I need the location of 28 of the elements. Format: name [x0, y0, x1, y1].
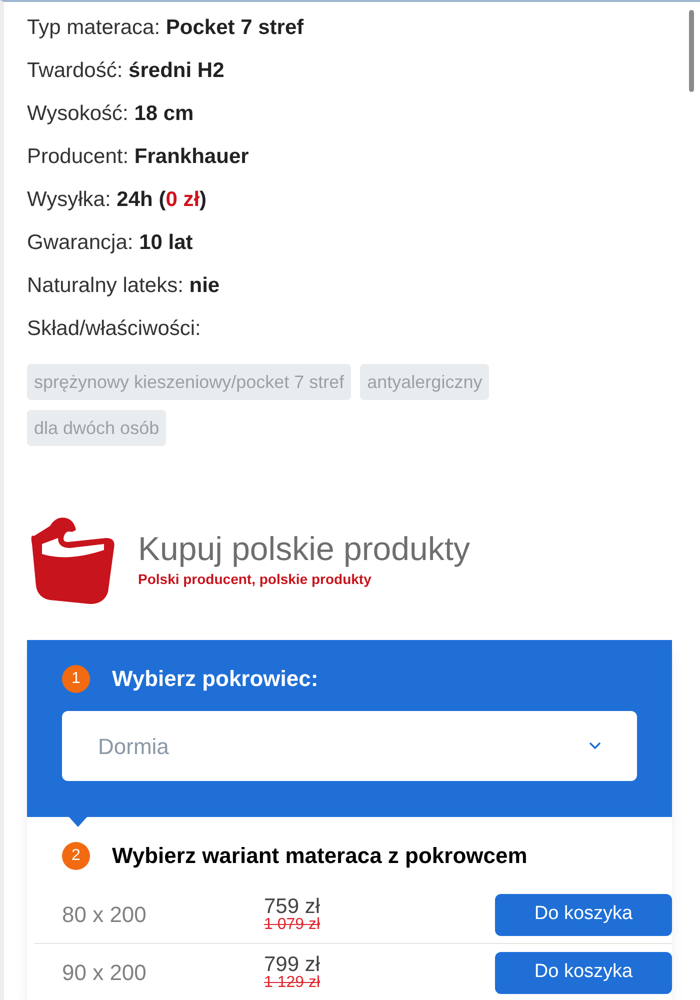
spec-line: Twardość: średni H2	[27, 58, 224, 84]
cover-select[interactable]: Dormia	[62, 711, 637, 781]
spec-line: Wysyłka: 24h (0 zł)	[27, 187, 207, 213]
banner-title: Kupuj polskie produkty	[138, 528, 470, 569]
add-to-cart-button[interactable]: Do koszyka	[495, 894, 672, 936]
step-title: Wybierz pokrowiec:	[112, 665, 318, 693]
banner-subtitle: Polski producent, polskie produkty	[138, 570, 372, 590]
spec-line: Naturalny lateks: nie	[27, 273, 220, 299]
spec-line: Gwarancja: 10 lat	[27, 230, 193, 256]
step-title: Wybierz wariant materaca z pokrowcem	[112, 842, 528, 870]
price: 799 zł	[264, 954, 320, 975]
spec-line: Skład/właściwości:	[27, 316, 201, 342]
tag: sprężynowy kieszeniowy/pocket 7 stref	[27, 364, 352, 400]
old-price: 1 129 zł	[264, 975, 320, 991]
spec-line: Producent: Frankhauer	[27, 144, 249, 170]
price: 759 zł	[264, 896, 320, 917]
spec-line: Typ materaca: Pocket 7 stref	[27, 15, 304, 41]
step-number-badge: 1	[62, 664, 90, 692]
tag: antyalergiczny	[360, 364, 490, 400]
size-label: 90 x 200	[62, 959, 148, 987]
old-price: 1 079 zł	[264, 917, 320, 933]
spec-line: Wysokość: 18 cm	[27, 101, 194, 127]
scrollbar[interactable]	[689, 10, 694, 92]
step-number-badge: 2	[62, 842, 90, 870]
tag: dla dwóch osób	[27, 410, 166, 446]
chevron-down-icon	[589, 742, 601, 750]
size-label: 80 x 200	[62, 901, 148, 929]
add-to-cart-button[interactable]: Do koszyka	[495, 952, 672, 994]
